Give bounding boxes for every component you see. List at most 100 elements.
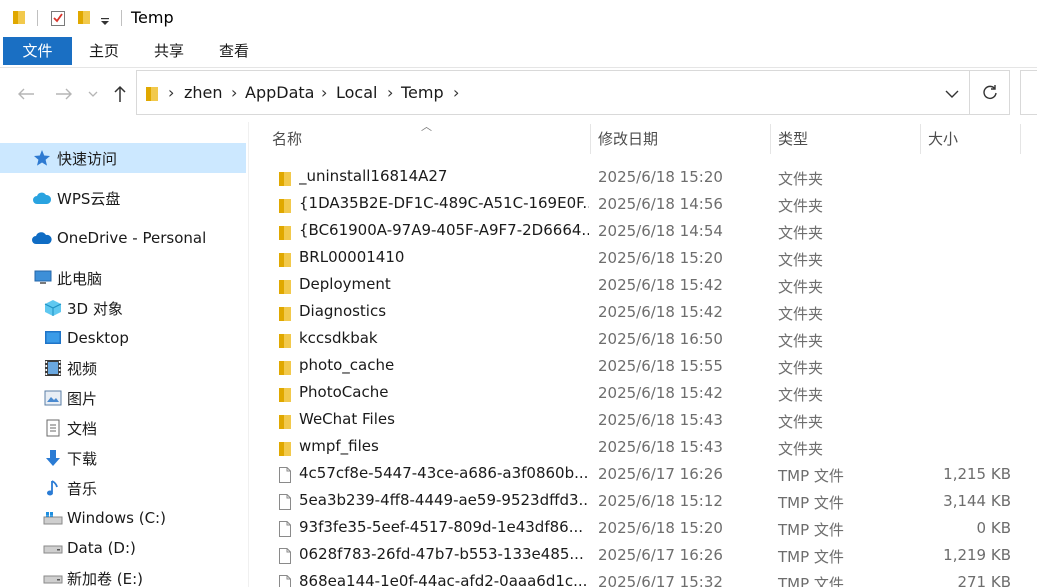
- address-bar[interactable]: › zhen › AppData › Local › Temp ›: [136, 70, 970, 115]
- address-history-button[interactable]: [945, 85, 959, 103]
- nav-onedrive[interactable]: OneDrive - Personal: [0, 223, 246, 253]
- nav-drive-c[interactable]: Windows (C:): [0, 503, 246, 533]
- folder-icon: [276, 438, 294, 458]
- tab-file[interactable]: 文件: [3, 37, 72, 65]
- column-header-size[interactable]: 大小: [928, 124, 1018, 154]
- file-row[interactable]: WeChat Files 2025/6/18 15:43 文件夹: [270, 407, 1030, 434]
- file-row[interactable]: wmpf_files 2025/6/18 15:43 文件夹: [270, 434, 1030, 461]
- nav-label: 图片: [67, 389, 98, 408]
- file-row[interactable]: photo_cache 2025/6/18 15:55 文件夹: [270, 353, 1030, 380]
- customize-toolbar-icon[interactable]: [100, 13, 110, 31]
- search-box[interactable]: [1020, 70, 1037, 115]
- folder-icon: [276, 195, 294, 215]
- chevron-right-icon[interactable]: ›: [168, 83, 174, 102]
- nav-label: 视频: [67, 359, 98, 378]
- file-row[interactable]: 0628f783-26fd-47b7-b553-133e485... 2025/6…: [270, 542, 1030, 569]
- nav-desktop[interactable]: Desktop: [0, 323, 246, 353]
- nav-label: 快速访问: [57, 149, 118, 168]
- file-type: 文件夹: [778, 278, 824, 296]
- nav-label: Desktop: [67, 329, 129, 347]
- chevron-right-icon[interactable]: ›: [231, 83, 237, 102]
- column-divider[interactable]: [770, 124, 771, 154]
- recent-locations-button[interactable]: [83, 80, 103, 108]
- file-type: 文件夹: [778, 386, 824, 404]
- nav-3d-objects[interactable]: 3D 对象: [0, 293, 246, 323]
- ribbon-divider: [0, 67, 1037, 68]
- nav-wps-cloud[interactable]: WPS云盘: [0, 183, 246, 213]
- file-name: PhotoCache: [299, 383, 389, 401]
- nav-label: Windows (C:): [67, 509, 166, 527]
- properties-icon[interactable]: [50, 9, 66, 31]
- column-header-name[interactable]: 名称: [272, 124, 588, 154]
- column-header-date[interactable]: 修改日期: [598, 124, 768, 154]
- nav-pictures[interactable]: 图片: [0, 383, 246, 413]
- file-type: 文件夹: [778, 440, 824, 458]
- file-date-modified: 2025/6/18 15:42: [598, 276, 723, 294]
- pane-divider: [248, 122, 249, 587]
- file-row[interactable]: 868ea144-1e0f-44ac-afd2-0aaa6d1c... 2025/…: [270, 569, 1030, 587]
- new-folder-icon[interactable]: [77, 9, 91, 29]
- tab-share[interactable]: 共享: [143, 37, 195, 65]
- column-header-type[interactable]: 类型: [778, 124, 918, 154]
- breadcrumb-local[interactable]: Local: [336, 83, 377, 102]
- file-icon: [276, 519, 294, 539]
- nav-drive-d[interactable]: Data (D:): [0, 533, 246, 563]
- breadcrumb-temp[interactable]: Temp: [401, 83, 444, 102]
- file-row[interactable]: 4c57cf8e-5447-43ce-a686-a3f0860b... 2025/…: [270, 461, 1030, 488]
- file-row[interactable]: PhotoCache 2025/6/18 15:42 文件夹: [270, 380, 1030, 407]
- nav-documents[interactable]: 文档: [0, 413, 246, 443]
- file-row[interactable]: kccsdkbak 2025/6/18 16:50 文件夹: [270, 326, 1030, 353]
- tab-home[interactable]: 主页: [78, 37, 130, 65]
- file-date-modified: 2025/6/17 16:26: [598, 465, 723, 483]
- folder-icon: [276, 303, 294, 323]
- file-row[interactable]: {BC61900A-97A9-405F-A9F7-2D6664... 2025/6…: [270, 218, 1030, 245]
- file-type: 文件夹: [778, 224, 824, 242]
- file-row[interactable]: BRL00001410 2025/6/18 15:20 文件夹: [270, 245, 1030, 272]
- breadcrumb-zhen[interactable]: zhen: [184, 83, 223, 102]
- breadcrumb-appdata[interactable]: AppData: [245, 83, 314, 102]
- file-row[interactable]: _uninstall16814A27 2025/6/18 15:20 文件夹: [270, 164, 1030, 191]
- nav-music[interactable]: 音乐: [0, 473, 246, 503]
- column-divider[interactable]: [1020, 124, 1021, 154]
- file-row[interactable]: Diagnostics 2025/6/18 15:42 文件夹: [270, 299, 1030, 326]
- up-button[interactable]: [107, 80, 133, 108]
- folder-icon: [276, 168, 294, 188]
- back-button[interactable]: [13, 80, 39, 108]
- chevron-right-icon[interactable]: ›: [453, 83, 459, 102]
- file-row[interactable]: Deployment 2025/6/18 15:42 文件夹: [270, 272, 1030, 299]
- forward-button[interactable]: [51, 80, 77, 108]
- nav-this-pc[interactable]: 此电脑: [0, 263, 246, 293]
- folder-icon: [276, 411, 294, 431]
- nav-quick-access[interactable]: 快速访问: [0, 143, 246, 173]
- window-title: Temp: [131, 8, 174, 27]
- computer-icon: [33, 268, 53, 288]
- column-divider[interactable]: [590, 124, 591, 154]
- nav-label: 此电脑: [57, 269, 103, 288]
- desktop-icon: [43, 328, 63, 348]
- nav-videos[interactable]: 视频: [0, 353, 246, 383]
- document-icon: [43, 418, 63, 438]
- film-icon: [43, 358, 63, 378]
- forward-arrow-icon: [56, 88, 72, 100]
- file-row[interactable]: 93f3fe35-5eef-4517-809d-1e43df86... 2025/…: [270, 515, 1030, 542]
- nav-drive-e[interactable]: 新加卷 (E:): [0, 563, 246, 587]
- folder-icon: [276, 384, 294, 404]
- chevron-right-icon[interactable]: ›: [387, 83, 393, 102]
- file-type: TMP 文件: [778, 548, 844, 566]
- nav-label: WPS云盘: [57, 189, 121, 208]
- file-row[interactable]: 5ea3b239-4ff8-4449-ae59-9523dffd3... 2025…: [270, 488, 1030, 515]
- tab-view[interactable]: 查看: [208, 37, 260, 65]
- refresh-button[interactable]: [970, 70, 1010, 115]
- separator: [121, 10, 122, 26]
- nav-downloads[interactable]: 下载: [0, 443, 246, 473]
- refresh-icon: [982, 84, 997, 99]
- file-date-modified: 2025/6/18 15:42: [598, 384, 723, 402]
- file-type: 文件夹: [778, 197, 824, 215]
- nav-label: 文档: [67, 419, 98, 438]
- file-date-modified: 2025/6/18 14:54: [598, 222, 723, 240]
- file-row[interactable]: {1DA35B2E-DF1C-489C-A51C-169E0F... 2025/6…: [270, 191, 1030, 218]
- file-name: {BC61900A-97A9-405F-A9F7-2D6664...: [299, 221, 589, 239]
- column-divider[interactable]: [920, 124, 921, 154]
- chevron-right-icon[interactable]: ›: [321, 83, 327, 102]
- folder-icon: [276, 330, 294, 350]
